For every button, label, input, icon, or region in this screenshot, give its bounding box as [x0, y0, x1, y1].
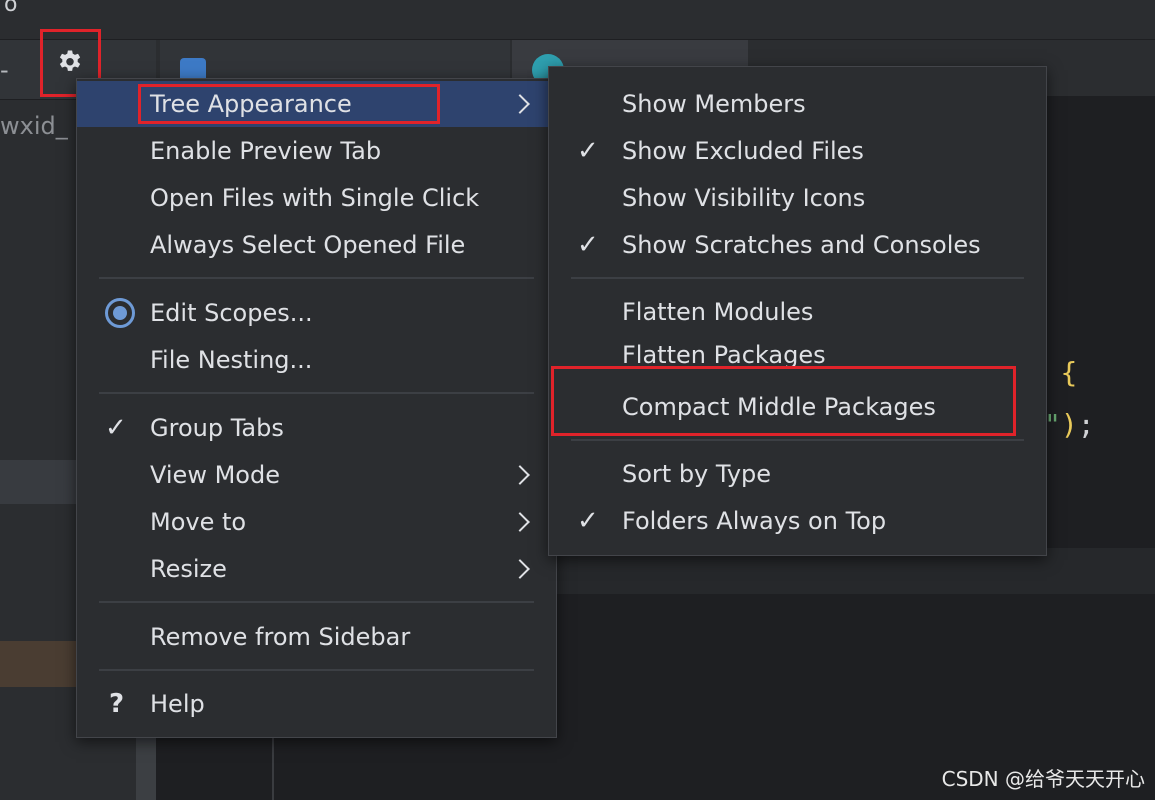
menu-item-label: Flatten Modules — [622, 298, 814, 326]
options-menu: Tree Appearance Enable Preview Tab Open … — [76, 78, 557, 738]
watermark: CSDN @给爷天天开心 — [941, 767, 1145, 791]
menu-item-folders-always-on-top[interactable]: ✓ Folders Always on Top — [549, 498, 1046, 544]
chevron-right-icon — [510, 512, 530, 532]
menu-item-label: Help — [150, 690, 205, 718]
project-tree-item[interactable]: wxid_ — [0, 112, 68, 140]
menu-separator — [571, 439, 1024, 441]
menu-item-always-select-opened-file[interactable]: Always Select Opened File — [77, 222, 556, 268]
module-icon — [180, 58, 206, 80]
collapse-icon[interactable]: - — [0, 56, 9, 84]
chevron-right-icon — [510, 94, 530, 114]
menu-item-help[interactable]: ? Help — [77, 681, 556, 727]
menu-item-label: Remove from Sidebar — [150, 623, 411, 651]
check-icon: ✓ — [577, 230, 599, 260]
gear-icon — [59, 50, 81, 71]
menu-item-enable-preview-tab[interactable]: Enable Preview Tab — [77, 128, 556, 174]
menu-item-label: Show Scratches and Consoles — [622, 231, 981, 259]
menu-item-label: Resize — [150, 555, 227, 583]
menu-item-show-scratches-consoles[interactable]: ✓ Show Scratches and Consoles — [549, 222, 1046, 268]
code-line-end: "); — [1044, 408, 1095, 441]
menu-separator — [571, 277, 1024, 279]
project-tree-row-highlighted[interactable] — [0, 641, 76, 687]
menu-item-view-mode[interactable]: View Mode — [77, 452, 556, 498]
menu-item-compact-middle-packages[interactable]: Compact Middle Packages — [549, 384, 1046, 430]
menu-item-file-nesting[interactable]: File Nesting... — [77, 337, 556, 383]
editor-gutter-line — [272, 738, 274, 800]
tree-appearance-submenu: Show Members ✓ Show Excluded Files Show … — [548, 66, 1047, 556]
menu-item-label: File Nesting... — [150, 346, 313, 374]
check-icon: ✓ — [105, 413, 127, 443]
menu-item-label: Move to — [150, 508, 247, 536]
code-brace: { — [1060, 356, 1078, 389]
menu-item-label: Group Tabs — [150, 414, 284, 442]
menu-item-tree-appearance[interactable]: Tree Appearance — [77, 81, 556, 127]
menu-item-move-to[interactable]: Move to — [77, 499, 556, 545]
menu-separator — [99, 601, 534, 603]
menu-item-label: Folders Always on Top — [622, 507, 887, 535]
menu-item-group-tabs[interactable]: ✓ Group Tabs — [77, 405, 556, 451]
menu-item-label: Enable Preview Tab — [150, 137, 382, 165]
menu-item-edit-scopes[interactable]: Edit Scopes... — [77, 290, 556, 336]
menu-item-label: Show Members — [622, 90, 806, 118]
menu-item-label: Open Files with Single Click — [150, 184, 480, 212]
menu-item-label: Edit Scopes... — [150, 299, 313, 327]
menu-item-show-excluded-files[interactable]: ✓ Show Excluded Files — [549, 128, 1046, 174]
menu-item-flatten-modules[interactable]: Flatten Modules — [549, 289, 1046, 335]
menu-separator — [99, 392, 534, 394]
check-icon: ✓ — [577, 506, 599, 536]
scrollbar[interactable] — [136, 736, 156, 800]
menu-item-sort-by-type[interactable]: Sort by Type — [549, 451, 1046, 497]
menu-item-remove-from-sidebar[interactable]: Remove from Sidebar — [77, 614, 556, 660]
menu-item-label: Flatten Packages — [622, 341, 826, 369]
menu-item-flatten-packages[interactable]: Flatten Packages — [549, 336, 1046, 372]
menu-item-resize[interactable]: Resize — [77, 546, 556, 592]
menu-item-label: Show Visibility Icons — [622, 184, 866, 212]
menu-item-open-files-single-click[interactable]: Open Files with Single Click — [77, 175, 556, 221]
project-tree-row[interactable] — [0, 460, 76, 504]
ide-title-bar: o — [0, 0, 1155, 40]
menu-item-show-members[interactable]: Show Members — [549, 81, 1046, 127]
help-icon: ? — [109, 689, 125, 719]
radio-selected-icon — [105, 298, 135, 328]
menu-item-label: Sort by Type — [622, 460, 772, 488]
menu-item-label: Tree Appearance — [150, 90, 352, 118]
chevron-right-icon — [510, 465, 530, 485]
menu-separator — [99, 277, 534, 279]
menu-item-show-visibility-icons[interactable]: Show Visibility Icons — [549, 175, 1046, 221]
menu-item-label: Always Select Opened File — [150, 231, 466, 259]
menu-item-label: Show Excluded Files — [622, 137, 864, 165]
menu-separator — [99, 669, 534, 671]
chevron-right-icon — [510, 559, 530, 579]
check-icon: ✓ — [577, 136, 599, 166]
menu-item-label: View Mode — [150, 461, 280, 489]
title-glyph: o — [4, 0, 18, 17]
menu-item-label: Compact Middle Packages — [622, 393, 936, 421]
